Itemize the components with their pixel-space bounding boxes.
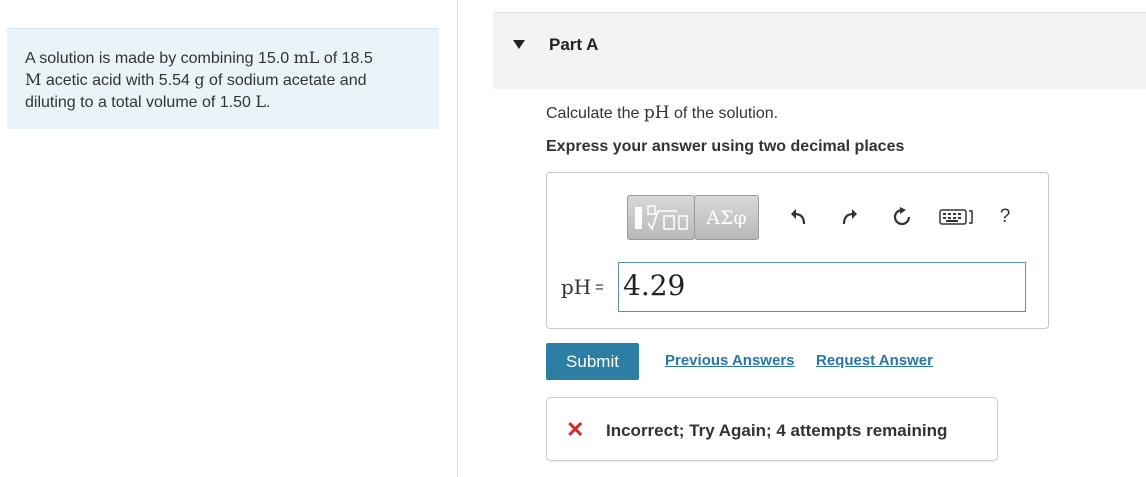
unit-ml: mL — [293, 48, 320, 67]
reset-icon[interactable] — [890, 205, 914, 229]
submit-button[interactable]: Submit — [546, 343, 639, 380]
question-suffix: of the solution. — [669, 105, 779, 122]
column-divider — [457, 0, 458, 477]
problem-statement: A solution is made by combining 15.0 mL … — [7, 28, 439, 129]
question-prefix: Calculate the — [546, 105, 644, 122]
instruction-text: Express your answer using two decimal pl… — [546, 138, 905, 155]
part-header[interactable]: Part A — [493, 12, 1146, 89]
answer-input[interactable]: 4.29 — [618, 262, 1026, 312]
part-title: Part A — [549, 35, 599, 54]
problem-text-5: . — [266, 94, 271, 111]
answer-equals: = — [595, 279, 604, 296]
feedback-text: Incorrect; Try Again; 4 attempts remaini… — [606, 421, 948, 440]
ph-symbol: pH — [643, 103, 670, 123]
keyboard-icon[interactable] — [939, 205, 975, 229]
previous-answers-link[interactable]: Previous Answers — [665, 352, 795, 369]
request-answer-link[interactable]: Request Answer — [816, 352, 933, 369]
redo-icon[interactable] — [837, 205, 861, 229]
templates-icon — [635, 204, 688, 231]
answer-label: pH — [561, 275, 592, 299]
templates-button[interactable] — [627, 195, 695, 240]
problem-text-2: of 18.5 — [319, 50, 373, 67]
answer-box: ΑΣφ ? pH = 4.29 — [546, 172, 1049, 329]
symbols-button[interactable]: ΑΣφ — [694, 195, 759, 240]
unit-liter: L — [255, 92, 266, 111]
unit-gram: g — [194, 70, 205, 89]
problem-text-1: A solution is made by combining 15.0 — [25, 50, 294, 67]
caret-down-icon[interactable] — [513, 40, 525, 49]
undo-icon[interactable] — [787, 205, 811, 229]
feedback-box: ✕ Incorrect; Try Again; 4 attempts remai… — [546, 397, 998, 461]
question-text: Calculate the pH of the solution. — [546, 103, 778, 123]
incorrect-x-icon: ✕ — [566, 417, 585, 442]
unit-molar: M — [25, 70, 42, 89]
help-button[interactable]: ? — [993, 205, 1017, 229]
problem-text-3: acetic acid with 5.54 — [41, 72, 195, 89]
